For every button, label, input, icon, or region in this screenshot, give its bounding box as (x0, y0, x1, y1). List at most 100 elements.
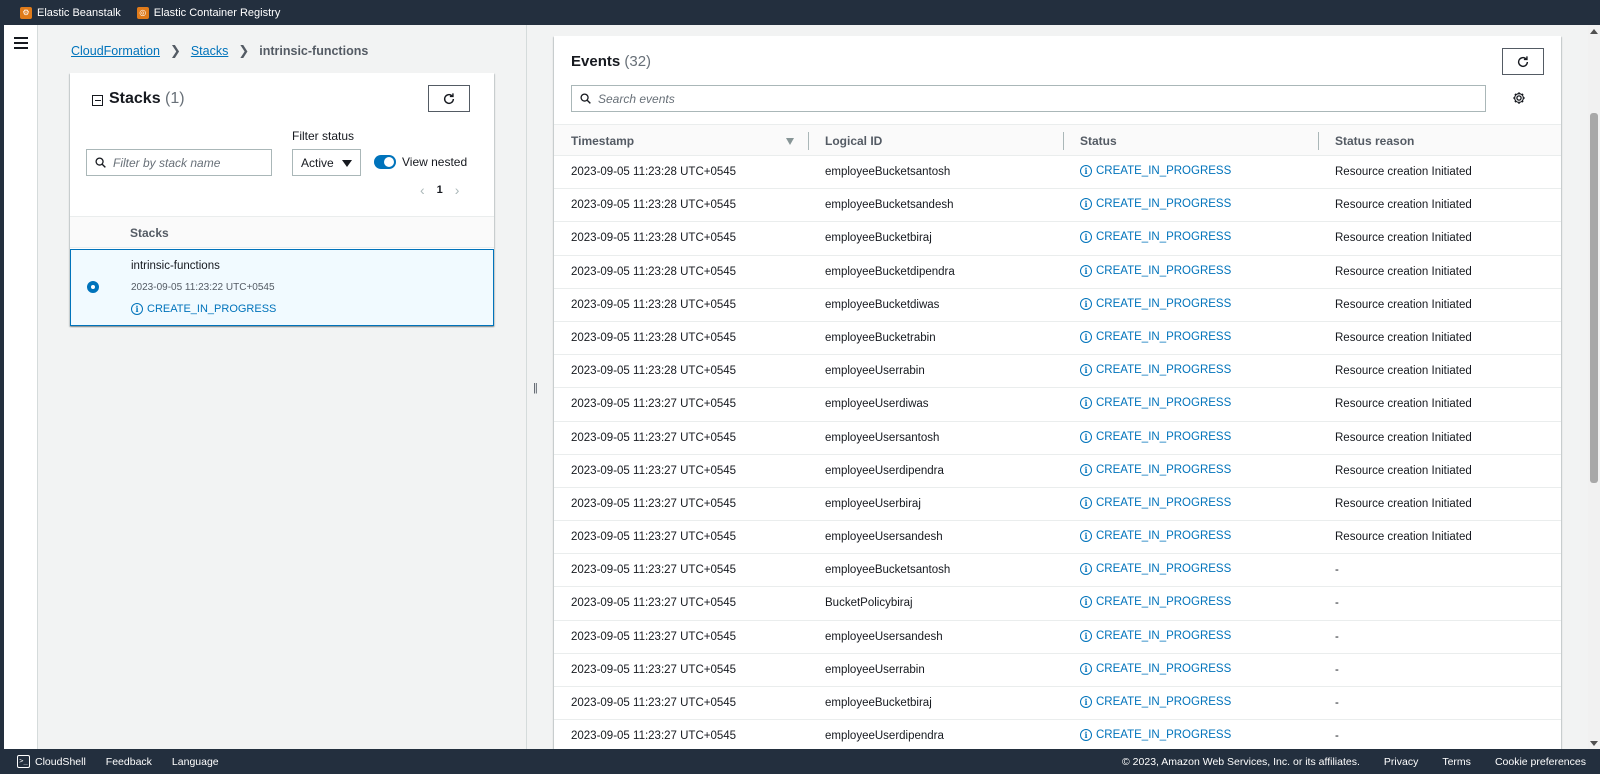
event-logical-id: employeeBucketbiraj (825, 232, 932, 245)
gear-icon[interactable] (1512, 91, 1526, 105)
event-status: i CREATE_IN_PROGRESS (1080, 463, 1231, 476)
event-status-text[interactable]: CREATE_IN_PROGRESS (1096, 663, 1231, 675)
event-status-text[interactable]: CREATE_IN_PROGRESS (1096, 364, 1231, 376)
event-status-text[interactable]: CREATE_IN_PROGRESS (1096, 331, 1231, 343)
menu-icon[interactable] (14, 37, 28, 49)
event-row: 2023-09-05 11:23:28 UTC+0545 employeeBuck… (554, 189, 1561, 223)
breadcrumb-cloudformation[interactable]: CloudFormation (71, 44, 160, 58)
favorite-label: Elastic Container Registry (153, 6, 281, 19)
copyright: © 2023, Amazon Web Services, Inc. or its… (1122, 755, 1360, 768)
cookie-preferences-link[interactable]: Cookie preferences (1495, 756, 1586, 768)
events-refresh-button[interactable] (1502, 48, 1544, 75)
event-status-text[interactable]: CREATE_IN_PROGRESS (1096, 563, 1231, 575)
event-timestamp: 2023-09-05 11:23:28 UTC+0545 (571, 199, 737, 212)
chevron-right-icon: ❯ (238, 43, 250, 58)
scroll-up-arrow-icon[interactable] (1590, 29, 1598, 34)
event-timestamp: 2023-09-05 11:23:27 UTC+0545 (571, 398, 737, 411)
pagination: ‹ 1 › (420, 182, 459, 198)
event-status-text[interactable]: CREATE_IN_PROGRESS (1096, 298, 1231, 310)
event-status: i CREATE_IN_PROGRESS (1080, 198, 1231, 211)
event-status-text[interactable]: CREATE_IN_PROGRESS (1096, 497, 1231, 509)
chevron-left-icon[interactable]: ‹ (420, 182, 425, 198)
event-status-text[interactable]: CREATE_IN_PROGRESS (1096, 530, 1231, 542)
cloudshell-button[interactable]: >_ CloudShell (17, 755, 86, 768)
scrollbar-thumb[interactable] (1590, 113, 1598, 483)
event-status-text[interactable]: CREATE_IN_PROGRESS (1096, 198, 1231, 210)
column-status[interactable]: Status (1080, 134, 1117, 148)
info-icon: i (1080, 430, 1092, 443)
stack-search-input[interactable]: Filter by stack name (86, 149, 272, 176)
cloudshell-label: CloudShell (35, 755, 86, 768)
event-timestamp: 2023-09-05 11:23:27 UTC+0545 (571, 431, 737, 444)
event-status-text[interactable]: CREATE_IN_PROGRESS (1096, 696, 1231, 708)
event-status-reason: Resource creation Initiated (1335, 398, 1472, 411)
event-timestamp: 2023-09-05 11:23:27 UTC+0545 (571, 630, 737, 643)
event-status-reason: Resource creation Initiated (1335, 265, 1472, 278)
scroll-down-arrow-icon[interactable] (1590, 741, 1598, 746)
column-divider[interactable] (1318, 132, 1319, 150)
event-timestamp: 2023-09-05 11:23:28 UTC+0545 (571, 298, 737, 311)
event-status: i CREATE_IN_PROGRESS (1080, 397, 1231, 410)
stacks-table-header: Stacks (70, 216, 494, 248)
column-status-reason[interactable]: Status reason (1335, 134, 1414, 148)
language-link[interactable]: Language (172, 756, 219, 768)
page-number[interactable]: 1 (437, 184, 443, 196)
stack-radio[interactable] (87, 281, 99, 293)
events-title-text: Events (571, 53, 621, 70)
chevron-right-icon[interactable]: › (455, 182, 460, 198)
event-status-reason: - (1335, 597, 1339, 610)
privacy-link[interactable]: Privacy (1384, 756, 1418, 768)
event-row: 2023-09-05 11:23:28 UTC+0545 employeeBuck… (554, 222, 1561, 256)
event-status-text[interactable]: CREATE_IN_PROGRESS (1096, 630, 1231, 642)
stacks-refresh-button[interactable] (428, 85, 470, 112)
stacks-area: CloudFormation ❯ Stacks ❯ intrinsic-func… (38, 25, 527, 749)
event-status-text[interactable]: CREATE_IN_PROGRESS (1096, 464, 1231, 476)
terminal-icon: >_ (17, 755, 30, 768)
event-logical-id: employeeBucketbiraj (825, 697, 932, 709)
event-status-text[interactable]: CREATE_IN_PROGRESS (1096, 165, 1231, 177)
event-logical-id: employeeUsersandesh (825, 630, 943, 643)
column-logical-id[interactable]: Logical ID (825, 134, 882, 148)
event-row: 2023-09-05 11:23:28 UTC+0545 employeeBuck… (554, 322, 1561, 356)
info-icon: i (1080, 165, 1092, 177)
event-row: 2023-09-05 11:23:27 UTC+0545 employeeUser… (554, 455, 1561, 488)
panel-resize-handle[interactable]: || (533, 382, 538, 394)
view-nested-toggle[interactable] (374, 155, 396, 169)
favorite-elastic-beanstalk[interactable]: ⚙ Elastic Beanstalk (20, 6, 121, 19)
event-status-text[interactable]: CREATE_IN_PROGRESS (1096, 596, 1231, 608)
event-status-text[interactable]: CREATE_IN_PROGRESS (1096, 431, 1231, 443)
event-status-text[interactable]: CREATE_IN_PROGRESS (1096, 231, 1231, 243)
terms-link[interactable]: Terms (1442, 756, 1471, 768)
favorite-ecr[interactable]: ◎ Elastic Container Registry (136, 6, 281, 19)
sort-descending-icon[interactable] (786, 138, 794, 145)
stacks-title-text: Stacks (109, 90, 161, 107)
stack-status: i CREATE_IN_PROGRESS (131, 303, 276, 315)
stacks-title: Stacks (1) (109, 90, 185, 108)
column-timestamp[interactable]: Timestamp (571, 134, 634, 148)
event-status-reason: Resource creation Initiated (1335, 365, 1472, 378)
events-search-input[interactable]: Search events (571, 85, 1486, 112)
info-icon: i (1080, 231, 1092, 244)
info-icon: i (1080, 330, 1092, 343)
info-icon: i (1080, 563, 1092, 576)
column-divider[interactable] (808, 132, 809, 150)
filter-status-select[interactable]: Active (292, 149, 361, 176)
stack-status-text: CREATE_IN_PROGRESS (147, 303, 277, 315)
feedback-link[interactable]: Feedback (106, 756, 152, 768)
event-status-text[interactable]: CREATE_IN_PROGRESS (1096, 729, 1231, 741)
event-status-reason: Resource creation Initiated (1335, 331, 1472, 344)
event-status-text[interactable]: CREATE_IN_PROGRESS (1096, 397, 1231, 409)
breadcrumb-stacks[interactable]: Stacks (191, 44, 229, 58)
filter-status-value: Active (301, 155, 334, 170)
event-status-text[interactable]: CREATE_IN_PROGRESS (1096, 265, 1231, 277)
collapse-icon[interactable] (92, 95, 103, 106)
stack-search-placeholder: Filter by stack name (113, 155, 221, 170)
column-divider[interactable] (1063, 132, 1064, 150)
elastic-beanstalk-icon: ⚙ (20, 6, 32, 19)
stack-row[interactable]: intrinsic-functions 2023-09-05 11:23:22 … (70, 249, 494, 326)
event-timestamp: 2023-09-05 11:23:27 UTC+0545 (571, 730, 737, 743)
info-icon: i (1080, 463, 1092, 476)
page-scrollbar[interactable] (1588, 25, 1600, 749)
event-status: i CREATE_IN_PROGRESS (1080, 662, 1231, 675)
search-icon (95, 157, 106, 168)
